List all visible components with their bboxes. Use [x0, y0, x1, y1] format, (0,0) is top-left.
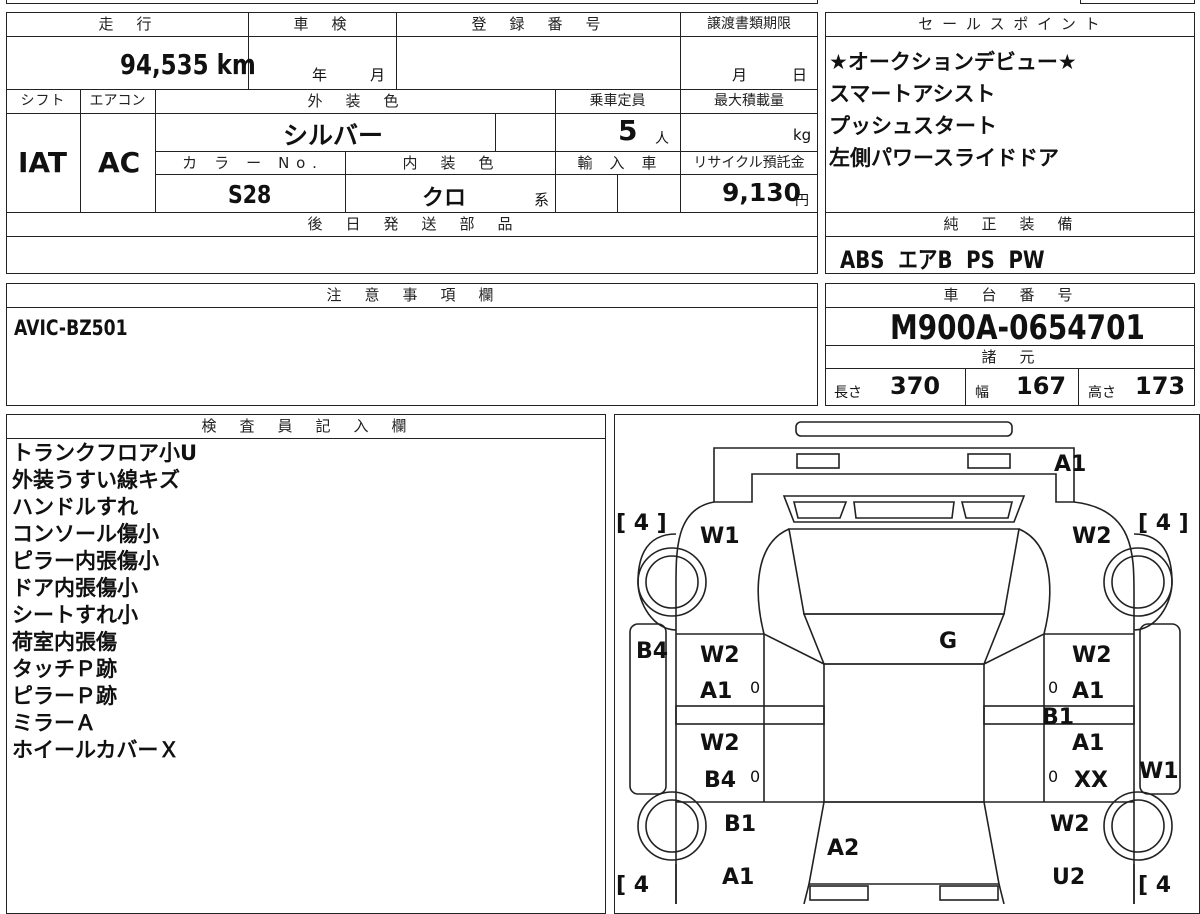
- inspector-item: コンソール傷小: [12, 522, 159, 546]
- mark-rear: A1: [1054, 452, 1087, 477]
- mark-roof: G: [939, 629, 958, 654]
- tire-tread-rear-right: [ 4 ]: [1138, 511, 1189, 536]
- ac-header: エアコン: [89, 93, 146, 109]
- capacity-value: 5: [618, 114, 638, 147]
- equipment-header: 純 正 装 備: [943, 215, 1077, 233]
- notes-header: 注 意 事 項 欄: [326, 286, 498, 304]
- max-load-unit: kg: [793, 126, 812, 144]
- length-value: 370: [890, 372, 941, 400]
- height-label: 高さ: [1088, 385, 1116, 401]
- inspector-header: 検 査 員 記 入 欄: [201, 417, 411, 435]
- mark-rear-left-glass: W1: [700, 524, 740, 549]
- mark-right-mirror: W1: [1139, 759, 1179, 784]
- capacity-unit: 人: [655, 131, 669, 147]
- interior-color-value: クロ: [422, 186, 467, 211]
- length-label: 長さ: [834, 385, 862, 401]
- inspector-item: 荷室内張傷: [12, 630, 117, 654]
- mark-zero: 0: [1048, 767, 1059, 786]
- inspection-header: 車 検: [293, 15, 351, 33]
- mark-rear-right-glass: W2: [1072, 524, 1112, 549]
- mark-right-rear-door-glass: W2: [1072, 643, 1112, 668]
- recycle-unit: 円: [795, 193, 809, 209]
- mark-left-front-fender: A1: [722, 865, 755, 890]
- mark-left-front-door: B4: [704, 768, 737, 793]
- ac-value: AC: [98, 146, 141, 179]
- inspector-item: ミラーＡ: [12, 711, 96, 735]
- tire-tread-front-left: [ 4: [616, 873, 650, 898]
- mark-zero: 0: [1048, 678, 1059, 697]
- tire-tread-front-right: [ 4: [1138, 873, 1172, 898]
- mark-windshield: W2: [1050, 812, 1090, 837]
- interior-color-header: 内 装 色: [402, 154, 498, 172]
- max-load-header: 最大積載量: [714, 93, 784, 109]
- mark-right-front-door: A1: [1072, 731, 1105, 756]
- mark-right-front-door-x: XX: [1074, 768, 1108, 793]
- mileage-header: 走 行: [98, 15, 156, 33]
- color-no-header: カ ラ ー N o .: [182, 154, 318, 172]
- color-no-value: S28: [228, 180, 272, 209]
- inspector-item: ホイールカバーＸ: [12, 738, 180, 762]
- registration-header: 登 録 番 号: [471, 15, 605, 33]
- specs-header: 諸 元: [981, 348, 1039, 366]
- mark-zero: 0: [750, 678, 761, 697]
- capacity-header: 乗車定員: [589, 93, 646, 109]
- width-value: 167: [1016, 372, 1067, 400]
- inspector-item: シートすれ小: [12, 603, 138, 627]
- transfer-month: 月: [732, 66, 748, 84]
- sales-point-item: プッシュスタート: [829, 114, 997, 138]
- inspector-item: ハンドルすれ: [12, 495, 138, 519]
- mark-left-front-pillar: B1: [724, 812, 757, 837]
- sales-points-header: セ ー ル ス ポ イ ン ト: [918, 15, 1102, 33]
- inspector-item: ピラー内張傷小: [12, 549, 159, 573]
- equipment-value: ABS エアB PS PW: [840, 246, 1045, 274]
- mark-left-front-door-glass: W2: [700, 731, 740, 756]
- sales-point-item: スマートアシスト: [829, 82, 996, 106]
- inspector-item: ドア内張傷小: [12, 576, 138, 600]
- inspector-item: ピラーＰ跡: [12, 684, 117, 708]
- transfer-deadline-header: 譲渡書類期限: [707, 16, 791, 32]
- later-parts-header: 後 日 発 送 部 品: [307, 215, 517, 233]
- exterior-color-value: シルバー: [283, 121, 384, 150]
- inspection-year: 年: [312, 66, 328, 84]
- mileage-value: 94,535 km: [120, 48, 256, 81]
- sales-point-item: 左側パワースライドドア: [829, 146, 1059, 170]
- mark-zero: 0: [750, 767, 761, 786]
- mark-right-front-fender: U2: [1052, 865, 1086, 890]
- recycle-header: リサイクル預託金: [693, 155, 805, 171]
- inspector-item: タッチＰ跡: [12, 657, 117, 681]
- shift-value: IAT: [18, 146, 68, 179]
- import-header: 輸 入 車: [577, 154, 658, 172]
- inspector-item: 外装うすい線キズ: [12, 468, 180, 492]
- tire-tread-rear-left: [ 4 ]: [616, 511, 667, 536]
- mark-right-pillar: B1: [1042, 705, 1075, 730]
- mark-right-rear-door: A1: [1072, 679, 1105, 704]
- mark-left-rear-door-glass: W2: [700, 643, 740, 668]
- notes-value: AVIC-BZ501: [14, 316, 128, 340]
- inspection-month: 月: [370, 66, 386, 84]
- shift-header: シフト: [20, 93, 66, 109]
- width-label: 幅: [975, 385, 989, 401]
- height-value: 173: [1135, 372, 1186, 400]
- chassis-number: M900A-0654701: [890, 308, 1145, 348]
- transfer-day: 日: [792, 66, 808, 84]
- mark-left-rear-door: A1: [700, 679, 733, 704]
- chassis-header: 車 台 番 号: [943, 286, 1077, 304]
- inspector-item: トランクフロア小U: [12, 441, 198, 465]
- sales-point-item: ★オークションデビュー★: [829, 50, 1077, 74]
- mark-hood: A2: [827, 836, 860, 861]
- recycle-value: 9,130: [722, 178, 802, 207]
- exterior-color-header: 外 装 色: [307, 92, 403, 110]
- mark-left-rear-quarter: B4: [636, 639, 669, 664]
- interior-suffix: 系: [534, 191, 550, 209]
